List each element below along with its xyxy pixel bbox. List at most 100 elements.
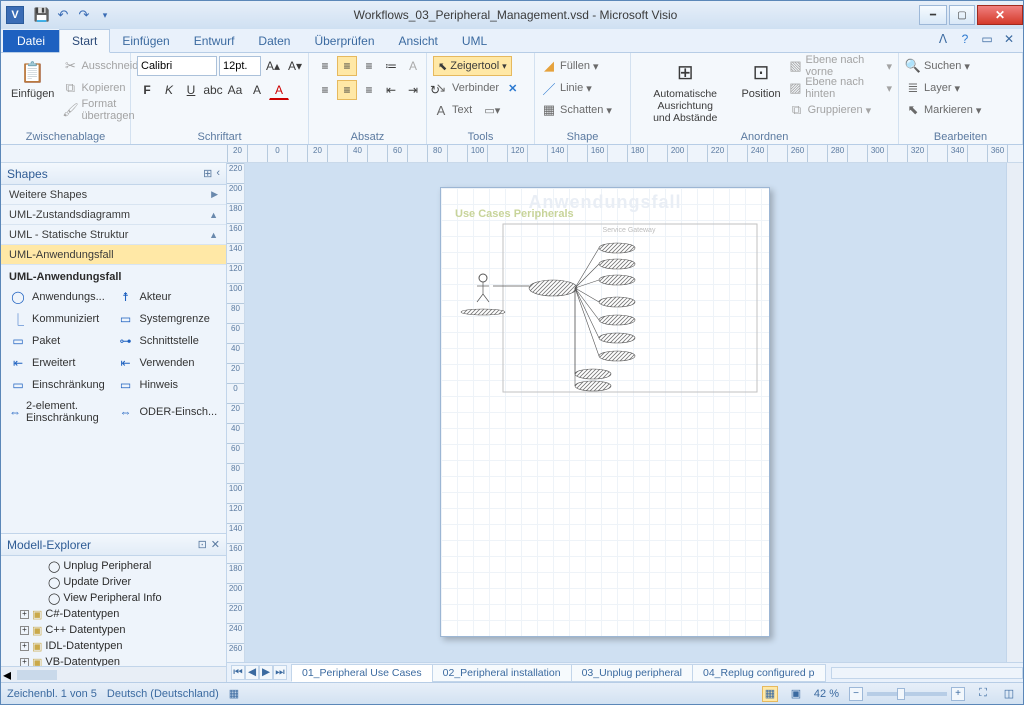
ribbon-minimize-icon[interactable]: ᐱ [935, 32, 951, 46]
paste-button[interactable]: 📋 Einfügen [7, 56, 58, 102]
shapes-collapse-icon[interactable]: ⊞ [203, 167, 212, 180]
page-first-icon[interactable]: ⏮ [231, 665, 245, 680]
stencil-shape[interactable]: ⇔ODER-Einsch... [115, 397, 221, 427]
page-prev-icon[interactable]: ◀ [245, 665, 259, 680]
font-shrink-icon[interactable]: A▾ [285, 56, 305, 76]
font-color-button[interactable]: A [269, 80, 289, 100]
align-right-button[interactable]: ≡ [359, 80, 379, 100]
tab-design[interactable]: Entwurf [182, 30, 247, 52]
qat-more-icon[interactable]: ▾ [96, 6, 114, 24]
maximize-button[interactable]: ▢ [949, 5, 975, 25]
bring-forward-button[interactable]: ▧Ebene nach vorne ▾ [789, 56, 892, 76]
view-fullscreen-icon[interactable]: ▣ [788, 686, 804, 702]
font-name-select[interactable] [137, 56, 217, 76]
page-tab[interactable]: 02_Peripheral installation [432, 664, 572, 682]
page-tab[interactable]: 03_Unplug peripheral [571, 664, 693, 682]
stencil-shape[interactable]: ◯Anwendungs... [7, 287, 113, 307]
zoom-slider[interactable] [867, 692, 947, 696]
explorer-hscroll[interactable]: ◂ [1, 666, 226, 682]
language-indicator[interactable]: Deutsch (Deutschland) [107, 688, 219, 700]
text-tool-button[interactable]: AText ▭▾ [433, 100, 500, 120]
minimize-button[interactable]: ━ [919, 5, 947, 25]
stencil-shape[interactable]: ▭Systemgrenze [115, 309, 221, 329]
redo-icon[interactable]: ↷ [75, 6, 93, 24]
switch-window-icon[interactable]: ◫ [1001, 686, 1017, 702]
clear-format-button[interactable]: A [403, 56, 423, 76]
tree-leaf[interactable]: ◯ Update Driver [5, 574, 222, 590]
explorer-close-icon[interactable]: ✕ [211, 538, 220, 551]
tab-view[interactable]: Ansicht [387, 30, 450, 52]
zoom-in-button[interactable]: + [951, 687, 965, 701]
zoom-value[interactable]: 42 % [814, 688, 839, 700]
tree-leaf[interactable]: ◯ View Peripheral Info [5, 590, 222, 606]
indent-button[interactable]: ⇥ [403, 80, 423, 100]
shadow-button[interactable]: ▦Schatten ▾ [541, 100, 612, 120]
send-backward-button[interactable]: ▨Ebene nach hinten ▾ [789, 78, 892, 98]
font-grow-icon[interactable]: A▴ [263, 56, 283, 76]
zoom-out-button[interactable]: − [849, 687, 863, 701]
connector-tool-button[interactable]: ↘Verbinder ✕ [433, 78, 517, 98]
rect-shape-icon[interactable]: ▭▾ [484, 104, 500, 117]
align-center-button[interactable]: ≡ [337, 80, 357, 100]
fill-button[interactable]: ◢Füllen ▾ [541, 56, 599, 76]
page-tab[interactable]: 01_Peripheral Use Cases [291, 664, 433, 682]
vertical-scrollbar[interactable] [1006, 163, 1023, 662]
tree-leaf[interactable]: ◯ Unplug Peripheral [5, 558, 222, 574]
tab-insert[interactable]: Einfügen [110, 30, 181, 52]
explorer-pin-icon[interactable]: ⊡ [198, 538, 207, 551]
window-close-icon[interactable]: ✕ [1001, 32, 1017, 46]
shape-category[interactable]: UML-Zustandsdiagramm▲ [1, 205, 226, 225]
line-button[interactable]: ／Linie ▾ [541, 78, 592, 98]
find-button[interactable]: 🔍Suchen ▾ [905, 56, 970, 76]
position-button[interactable]: ⊡ Position [737, 56, 784, 102]
page-next-icon[interactable]: ▶ [259, 665, 273, 680]
stencil-shape[interactable]: ☨Akteur [115, 287, 221, 307]
stencil-shape[interactable]: ⎿Kommuniziert [7, 309, 113, 329]
align-bottom-button[interactable]: ≡ [359, 56, 379, 76]
bullets-button[interactable]: ≔ [381, 56, 401, 76]
tree-folder[interactable]: + ▣ C++ Datentypen [5, 622, 222, 638]
select-button[interactable]: ⬉Markieren ▾ [905, 100, 981, 120]
fit-page-icon[interactable]: ⛶ [975, 686, 991, 702]
window-restore-icon[interactable]: ▭ [979, 32, 995, 46]
tab-review[interactable]: Überprüfen [302, 30, 386, 52]
tree-folder[interactable]: + ▣ VB-Datentypen [5, 654, 222, 666]
stencil-shape[interactable]: ▭Hinweis [115, 375, 221, 395]
stencil-shape[interactable]: ⇤Verwenden [115, 353, 221, 373]
align-left-button[interactable]: ≡ [315, 80, 335, 100]
stencil-shape[interactable]: ▭Einschränkung [7, 375, 113, 395]
close-button[interactable]: ✕ [977, 5, 1023, 25]
page-last-icon[interactable]: ⏭ [273, 665, 287, 680]
tab-start[interactable]: Start [59, 29, 110, 53]
drawing-canvas[interactable]: Anwendungsfall Use Cases Peripherals [245, 163, 1006, 662]
align-top-button[interactable]: ≡ [315, 56, 335, 76]
stencil-shape[interactable]: ▭Paket [7, 331, 113, 351]
tree-folder[interactable]: + ▣ C#-Datentypen [5, 606, 222, 622]
tab-data[interactable]: Daten [246, 30, 302, 52]
undo-icon[interactable]: ↶ [54, 6, 72, 24]
help-icon[interactable]: ? [957, 32, 973, 46]
font-size2-button[interactable]: A [247, 80, 267, 100]
page-hscroll[interactable] [831, 667, 1024, 679]
shapes-menu-icon[interactable]: ‹ [216, 167, 220, 180]
page-tab[interactable]: 04_Replug configured p [692, 664, 826, 682]
align-middle-button[interactable]: ≡ [337, 56, 357, 76]
case-button[interactable]: Aa [225, 80, 245, 100]
pointer-tool-button[interactable]: ⬉Zeigertool▾ [433, 56, 512, 76]
bold-button[interactable]: F [137, 80, 157, 100]
font-size-select[interactable] [219, 56, 261, 76]
layer-button[interactable]: ≣Layer ▾ [905, 78, 960, 98]
group-button[interactable]: ⧉Gruppieren ▾ [789, 100, 892, 120]
tab-uml[interactable]: UML [450, 30, 499, 52]
underline-button[interactable]: U [181, 80, 201, 100]
stencil-shape[interactable]: ⊶Schnittstelle [115, 331, 221, 351]
strike-button[interactable]: abc [203, 80, 223, 100]
italic-button[interactable]: K [159, 80, 179, 100]
more-shapes-row[interactable]: Weitere Shapes▶ [1, 185, 226, 205]
tree-folder[interactable]: + ▣ IDL-Datentypen [5, 638, 222, 654]
stencil-shape[interactable]: ⇤Erweitert [7, 353, 113, 373]
macro-icon[interactable]: ▦ [229, 687, 239, 700]
save-icon[interactable]: 💾 [33, 6, 51, 24]
shape-category[interactable]: UML - Statische Struktur▲ [1, 225, 226, 245]
outdent-button[interactable]: ⇤ [381, 80, 401, 100]
